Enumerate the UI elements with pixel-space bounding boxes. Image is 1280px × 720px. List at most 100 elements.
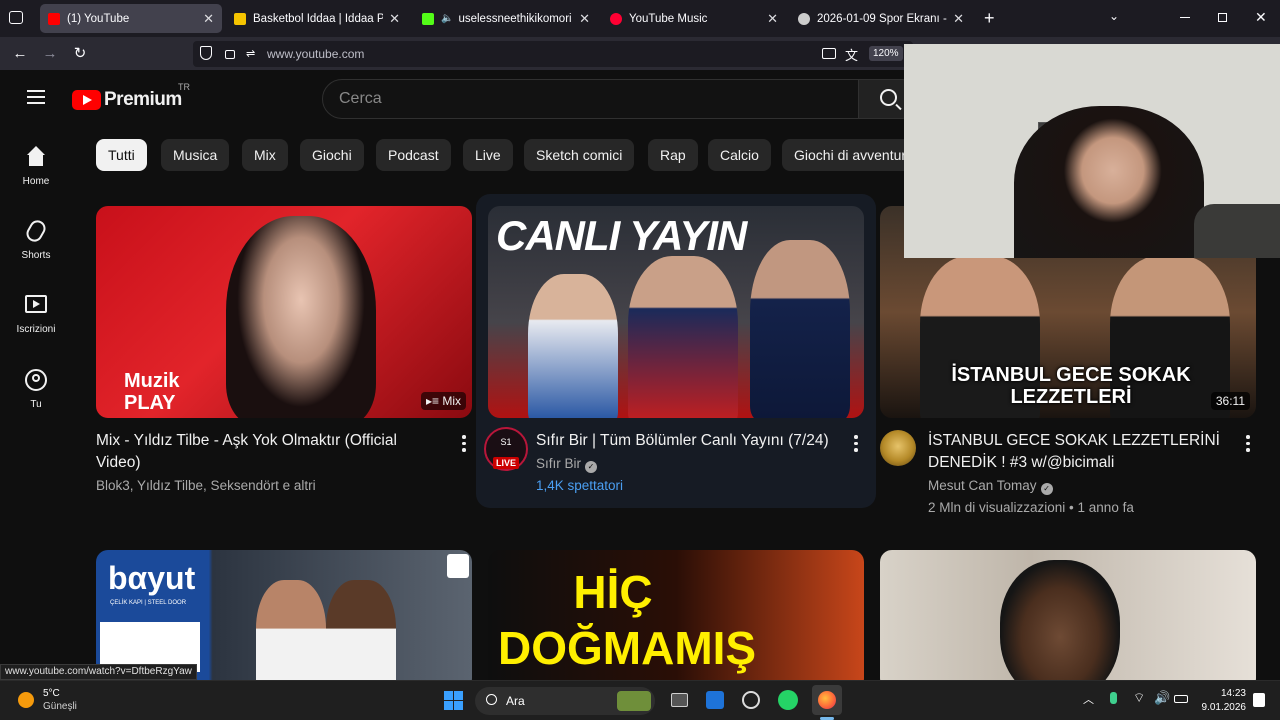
- video-thumbnail[interactable]: bαyut ÇELİK KAPI | STEEL DOOR: [96, 550, 472, 680]
- sidebar-item-label: Shorts: [21, 250, 51, 261]
- new-tab-icon[interactable]: +: [984, 8, 995, 29]
- youtube-logo[interactable]: Premium: [72, 88, 182, 112]
- close-tab-icon[interactable]: ✕: [389, 11, 400, 27]
- tab-title: 2026-01-09 Spor Ekranı - TV'de: [817, 12, 947, 25]
- obs-icon[interactable]: [742, 691, 760, 709]
- more-options-icon[interactable]: [854, 435, 858, 455]
- video-title[interactable]: Sıfır Bir | Tüm Bölümler Canlı Yayını (7…: [536, 430, 846, 452]
- browser-tab-bar: (1) YouTube ✕ Basketbol İddaa | İddaa Pr…: [0, 0, 1280, 37]
- whatsapp-icon[interactable]: [778, 690, 798, 710]
- thumbnail-text: İSTANBUL GECE SOKAK LEZZETLERİ: [951, 364, 1191, 408]
- start-icon[interactable]: [444, 691, 463, 710]
- wifi-icon[interactable]: ⌔: [1133, 690, 1145, 706]
- chip-sketch[interactable]: Sketch comici: [524, 139, 635, 171]
- show-hidden-icons-icon[interactable]: ︿: [1083, 691, 1094, 707]
- zoom-level[interactable]: 120%: [869, 46, 903, 61]
- video-title[interactable]: Mix - Yıldız Tilbe - Aşk Yok Olmaktır (O…: [96, 430, 436, 474]
- duration-badge: 36:11: [1210, 392, 1250, 410]
- status-url: www.youtube.com/watch?v=DftbeRzgYaw: [0, 664, 197, 680]
- video-thumbnail[interactable]: Muzik PLAY ▸≡ Mix: [96, 206, 472, 418]
- speaker-icon[interactable]: 🔈: [441, 13, 453, 24]
- video-thumbnail[interactable]: [880, 550, 1256, 680]
- notifications-icon[interactable]: [1253, 693, 1265, 707]
- taskbar-search[interactable]: Ara: [475, 687, 655, 715]
- tab-overview-icon[interactable]: [9, 11, 23, 24]
- search-highlight-icon: [617, 691, 651, 711]
- translate-icon[interactable]: 文: [845, 45, 858, 64]
- weather-desc[interactable]: Güneşli: [43, 701, 77, 712]
- video-meta: Blok3, Yıldız Tilbe, Seksendört e altri: [96, 478, 316, 493]
- video-title[interactable]: İSTANBUL GECE SOKAK LEZZETLERİNİ DENEDİK…: [928, 430, 1228, 474]
- channel-name[interactable]: Mesut Can Tomay ✓: [928, 476, 1053, 496]
- chip-music[interactable]: Musica: [161, 139, 230, 171]
- sidebar-item-label: Home: [22, 176, 50, 187]
- close-tab-icon[interactable]: ✕: [953, 11, 964, 27]
- shield-icon[interactable]: [200, 46, 212, 60]
- tab-title: Basketbol İddaa | İddaa Programı: [253, 12, 384, 25]
- tab-youtube[interactable]: (1) YouTube ✕: [40, 4, 222, 33]
- url-text[interactable]: www.youtube.com: [267, 47, 364, 61]
- menu-icon[interactable]: [27, 90, 45, 104]
- sidebar-item-home[interactable]: Home: [0, 146, 72, 187]
- taskbar-search-text: Ara: [506, 694, 525, 708]
- region-code: TR: [178, 82, 190, 92]
- picture-in-picture-icon[interactable]: [822, 48, 836, 59]
- more-options-icon[interactable]: [462, 435, 466, 455]
- permissions-icon[interactable]: ⇌: [246, 47, 255, 60]
- clock-time[interactable]: 14:23: [1206, 688, 1246, 699]
- chip-games[interactable]: Giochi: [300, 139, 364, 171]
- chip-rap[interactable]: Rap: [648, 139, 698, 171]
- chip-live[interactable]: Live: [463, 139, 513, 171]
- close-tab-icon[interactable]: ✕: [203, 11, 214, 27]
- back-icon[interactable]: ←: [9, 43, 31, 65]
- forward-icon[interactable]: →: [39, 43, 61, 65]
- video-thumbnail[interactable]: CANLI YAYIN: [488, 206, 864, 418]
- list-tabs-chevron-icon[interactable]: ⌄: [1109, 9, 1119, 23]
- weather-icon[interactable]: [18, 692, 34, 708]
- battery-icon[interactable]: [1174, 695, 1188, 703]
- video-thumbnail[interactable]: HİÇ DOĞMAMIŞ: [488, 550, 864, 680]
- task-view-icon[interactable]: [671, 693, 688, 707]
- microphone-icon[interactable]: [1110, 692, 1117, 704]
- playlist-icon: ▸≡: [425, 394, 443, 408]
- more-options-icon[interactable]: [1246, 435, 1250, 455]
- close-tab-icon[interactable]: ✕: [579, 11, 590, 27]
- firefox-icon[interactable]: [812, 685, 842, 715]
- outlook-icon[interactable]: [706, 691, 724, 709]
- tab-iddaa[interactable]: Basketbol İddaa | İddaa Programı ✕: [226, 4, 408, 33]
- sidebar-item-shorts[interactable]: Shorts: [0, 217, 72, 261]
- minimize-icon[interactable]: [1180, 17, 1190, 18]
- person-figure: [226, 216, 376, 418]
- chip-podcast[interactable]: Podcast: [376, 139, 451, 171]
- lock-icon[interactable]: [225, 50, 235, 59]
- weather-temp[interactable]: 5°C: [43, 688, 60, 699]
- shorts-icon: [23, 217, 49, 245]
- volume-icon[interactable]: 🔊: [1154, 690, 1170, 706]
- tab-youtube-music[interactable]: YouTube Music ✕: [602, 4, 786, 33]
- tab-kick-stream[interactable]: 🔈 uselessneethikikomori Stream ✕: [414, 4, 598, 33]
- badge-logo-icon: [447, 554, 469, 578]
- channel-name-text: Sıfır Bir: [536, 456, 582, 471]
- search-icon: [486, 694, 497, 705]
- close-window-icon[interactable]: ✕: [1255, 9, 1267, 26]
- chip-all[interactable]: Tutti: [96, 139, 147, 171]
- channel-avatar[interactable]: [880, 430, 916, 466]
- spor-ekrani-favicon-icon: [798, 12, 810, 25]
- search-input[interactable]: Cerca: [322, 79, 859, 119]
- reload-icon[interactable]: ↻: [69, 43, 91, 65]
- youtube-music-favicon-icon: [610, 12, 622, 25]
- clock-date[interactable]: 9.01.2026: [1196, 702, 1247, 713]
- chip-mix[interactable]: Mix: [242, 139, 288, 171]
- close-tab-icon[interactable]: ✕: [767, 11, 778, 27]
- person-figure: [1014, 106, 1204, 258]
- tab-spor-ekrani[interactable]: 2026-01-09 Spor Ekranı - TV'de ✕: [790, 4, 972, 33]
- viewer-count: 1,4K spettatori: [536, 478, 624, 493]
- restore-icon[interactable]: [1218, 13, 1227, 22]
- sidebar-item-you[interactable]: Tu: [0, 369, 72, 410]
- thumbnail-text: CANLI YAYIN: [496, 212, 747, 259]
- sidebar-item-subscriptions[interactable]: Iscrizioni: [0, 295, 72, 335]
- verified-icon: ✓: [1040, 483, 1053, 495]
- taskbar: 5°C Güneşli Ara ︿ ⌔ 🔊 14:23 9.01.2026: [0, 680, 1280, 720]
- chip-football[interactable]: Calcio: [708, 139, 771, 171]
- channel-name[interactable]: Sıfır Bir ✓: [536, 454, 598, 474]
